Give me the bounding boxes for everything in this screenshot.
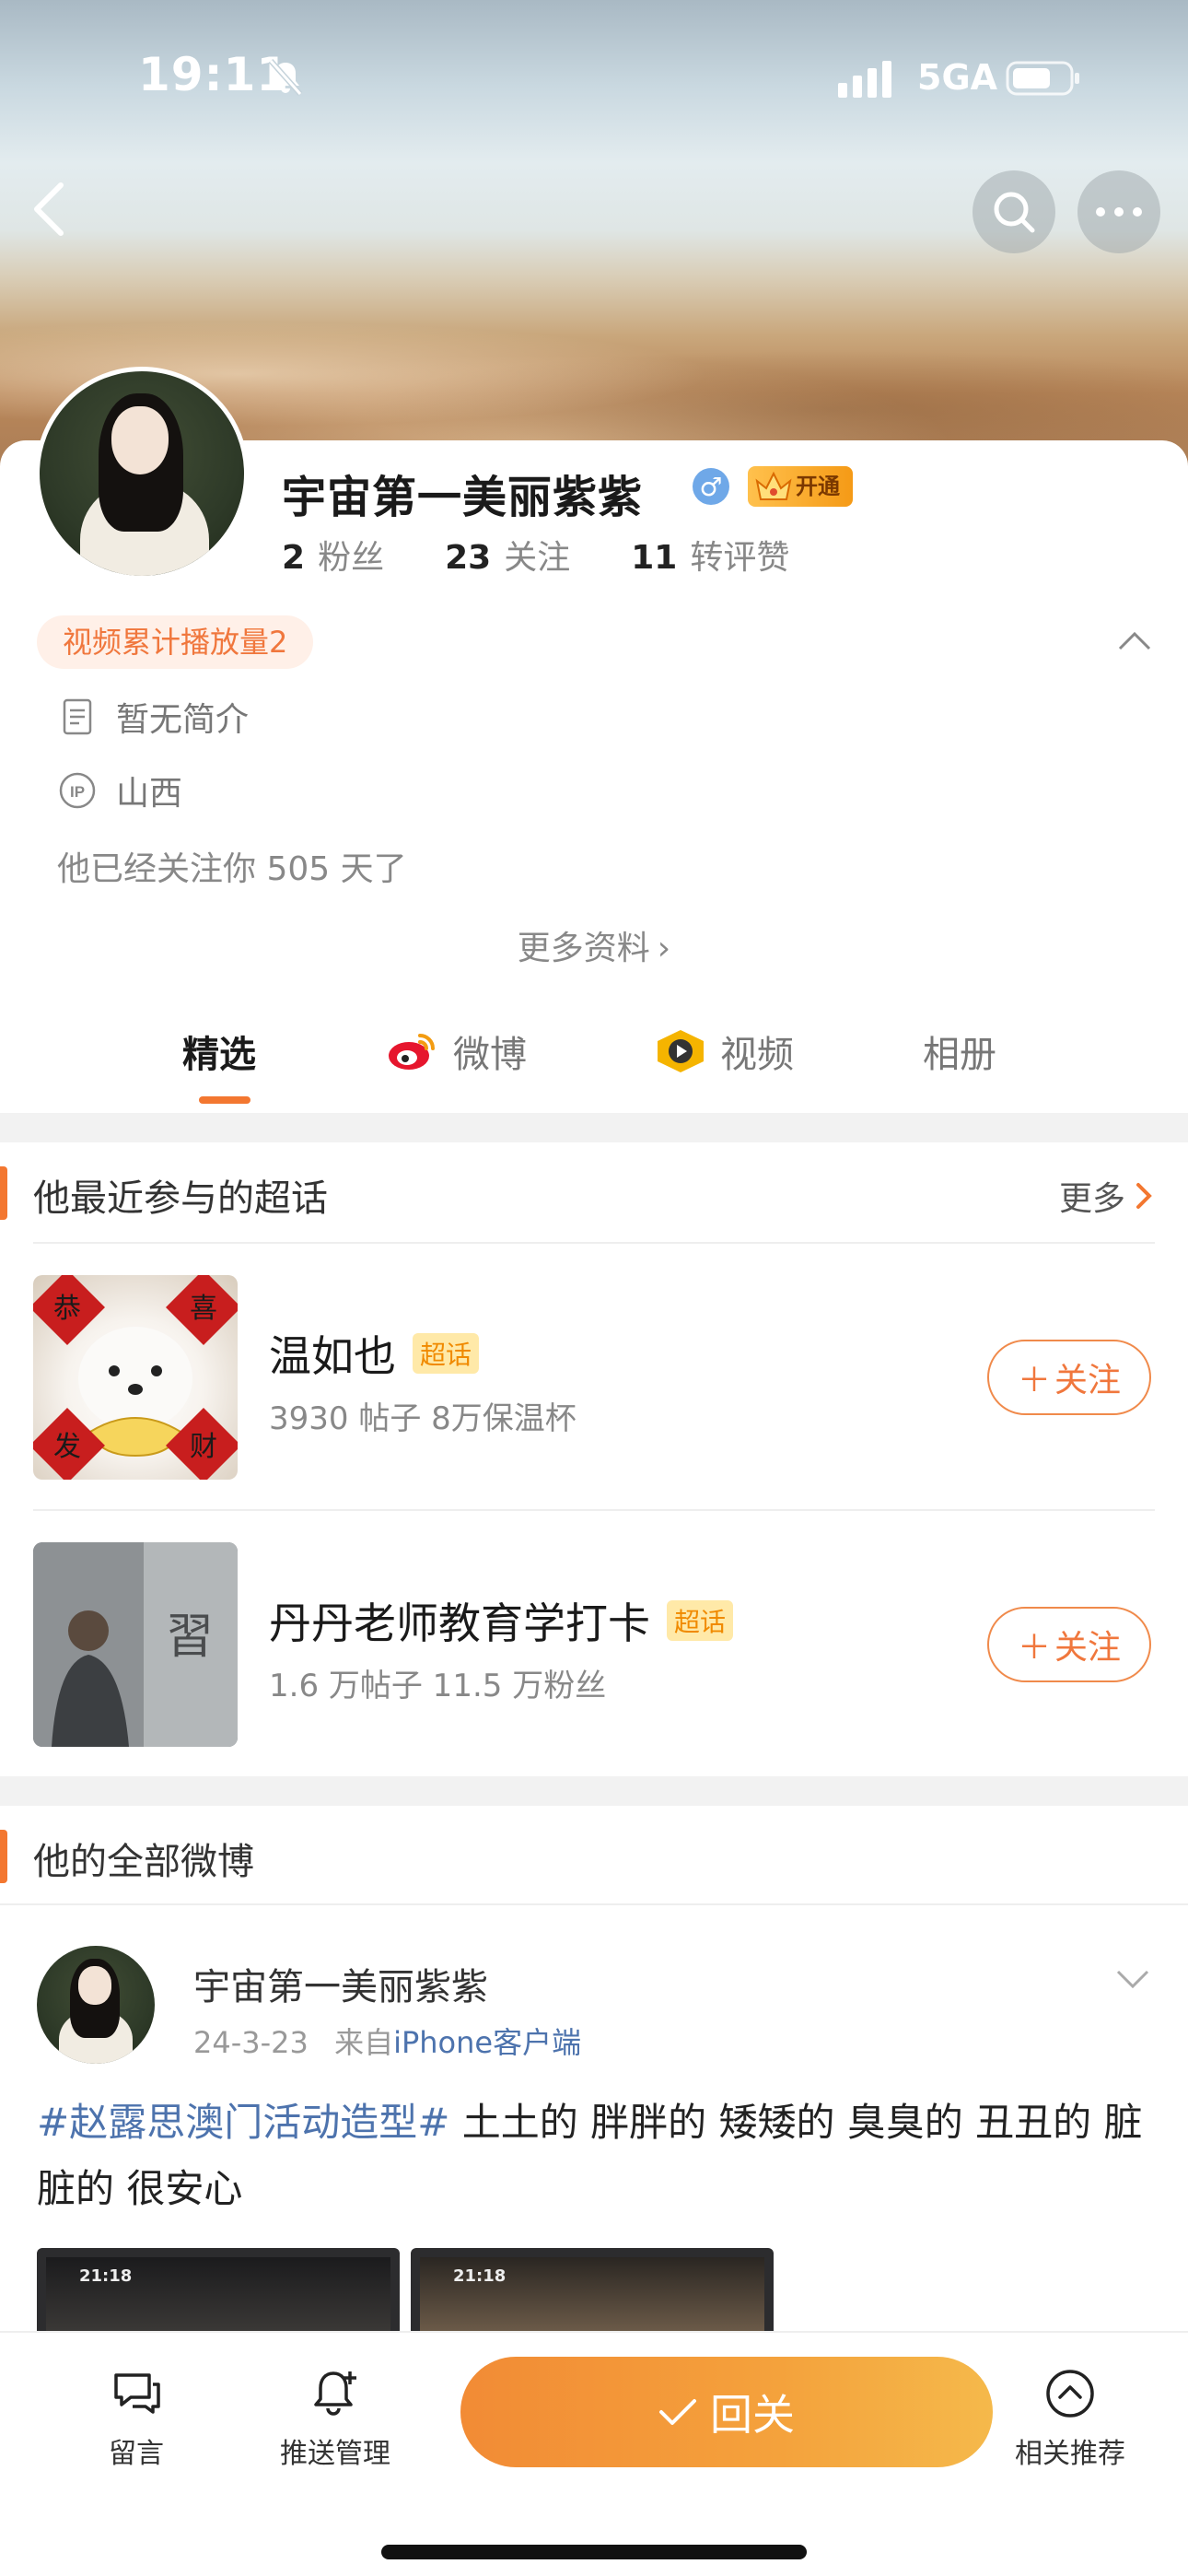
supertopic-item[interactable]: 習 丹丹老师教育学打卡 超话 1.6 万帖子 11.5 万粉丝 ＋关注	[33, 1542, 1157, 1749]
supertopic-badge: 超话	[667, 1600, 734, 1641]
post-avatar[interactable]	[37, 1946, 155, 2064]
svg-text:IP: IP	[70, 783, 85, 801]
related-recommend-button[interactable]: 相关推荐	[996, 2366, 1144, 2471]
profile-username: 宇宙第一美丽紫紫	[282, 472, 644, 523]
weibo-icon	[389, 1034, 435, 1070]
tab-album[interactable]: 相册	[923, 1025, 996, 1078]
divider	[33, 1509, 1155, 1511]
supertopic-badge: 超话	[413, 1333, 480, 1374]
plus-icon: ＋	[1017, 1629, 1051, 1667]
post-source: iPhone客户端	[393, 2025, 582, 2060]
section-divider	[0, 1776, 1188, 1806]
document-icon	[63, 698, 92, 735]
bottom-action-bar: 留言 推送管理 回关 相关推荐	[0, 2331, 1188, 2576]
divider	[0, 1903, 1188, 1905]
more-dots-icon	[1096, 207, 1142, 217]
supertopic-thumbnail: 習	[33, 1542, 238, 1747]
network-type: 5GA	[917, 57, 998, 98]
message-button[interactable]: 留言	[63, 2366, 210, 2471]
supertopic-name: 温如也 超话	[269, 1323, 480, 1384]
active-tab-indicator	[199, 1096, 250, 1104]
profile-tabs: 精选 微博 视频 相册	[0, 1004, 1188, 1106]
chevron-right-icon: ›	[657, 930, 671, 967]
supertopic-section-header: 他最近参与的超话 更多	[0, 1142, 1188, 1244]
supertopic-follow-button[interactable]: ＋关注	[987, 1607, 1151, 1682]
profile-stats: 2 粉丝 23 关注 11 转评赞	[282, 531, 789, 579]
intro-text: 暂无简介	[116, 701, 250, 739]
male-gender-icon: ♂	[693, 468, 729, 505]
message-icon	[114, 2373, 160, 2414]
post-image-time: 21:18	[79, 2266, 133, 2286]
follow-days-text: 他已经关注你 505 天了	[57, 850, 407, 888]
video-icon	[658, 1030, 704, 1072]
supertopic-meta: 3930 帖子 8万保温杯	[269, 1400, 577, 1437]
vip-open-badge[interactable]: 开通	[748, 466, 853, 507]
home-indicator	[381, 2545, 807, 2559]
follow-back-button[interactable]: 回关	[460, 2357, 993, 2467]
post-from-label: 来自	[334, 2025, 394, 2060]
stat-likes[interactable]: 11 转评赞	[631, 531, 789, 579]
sticker-char: 恭	[53, 1293, 81, 1325]
ip-row: IP 山西	[57, 767, 182, 814]
intro-row: 暂无简介	[57, 693, 249, 741]
post-username[interactable]: 宇宙第一美丽紫紫	[193, 1957, 488, 2010]
post-image[interactable]: 21:18	[37, 2248, 400, 2331]
section-divider	[0, 1113, 1188, 1142]
supertopic-more-link[interactable]: 更多	[1059, 1172, 1153, 1220]
sticker-char: 发	[53, 1431, 81, 1463]
crown-icon	[755, 471, 792, 500]
bell-off-icon	[268, 59, 303, 96]
more-info-link[interactable]: 更多资料 ›	[0, 921, 1188, 969]
bell-plus-icon	[314, 2371, 356, 2416]
sticker-char: 喜	[190, 1293, 217, 1325]
post-content: #赵露思澳门活动造型# 土土的 胖胖的 矮矮的 臭臭的 丑丑的 脏脏的 很安心	[37, 2090, 1151, 2222]
chevron-up-icon[interactable]	[1116, 623, 1153, 660]
search-button[interactable]	[973, 170, 1055, 253]
post-image[interactable]: 21:18	[411, 2248, 774, 2331]
supertopic-name: 丹丹老师教育学打卡 超话	[269, 1590, 734, 1651]
profile-avatar[interactable]	[35, 367, 249, 580]
supertopic-section-title: 他最近参与的超话	[33, 1177, 328, 1220]
post-meta: 24-3-23 来自iPhone客户端	[193, 2020, 581, 2062]
section-accent-bar	[0, 1830, 7, 1883]
ip-location-icon: IP	[59, 772, 96, 809]
sticker-char: 财	[190, 1431, 217, 1463]
supertopic-follow-button[interactable]: ＋关注	[987, 1340, 1151, 1415]
supertopic-item[interactable]: 恭 喜 发 财 温如也 超话 3930 帖子 8万保温杯 ＋关注	[33, 1275, 1157, 1481]
push-settings-button[interactable]: 推送管理	[262, 2366, 409, 2471]
tab-featured[interactable]: 精选	[182, 1025, 256, 1078]
dog-sticker-image: 恭 喜 发 财	[33, 1275, 238, 1480]
plus-icon: ＋	[1017, 1362, 1051, 1399]
cellular-signal-icon	[838, 61, 891, 98]
more-options-button[interactable]	[1077, 170, 1160, 253]
divider	[33, 1242, 1155, 1244]
tab-video[interactable]: 视频	[656, 1025, 794, 1078]
video-play-count-tag[interactable]: 视频累计播放量2	[37, 615, 314, 669]
post-hashtag[interactable]: #赵露思澳门活动造型#	[37, 2100, 449, 2145]
weibo-section-title: 他的全部微博	[33, 1841, 254, 1883]
tab-weibo[interactable]: 微博	[385, 1025, 527, 1078]
supertopic-meta: 1.6 万帖子 11.5 万粉丝	[269, 1668, 607, 1704]
classroom-photo-image: 習	[33, 1542, 238, 1747]
weibo-section-header: 他的全部微博	[0, 1806, 1188, 1907]
more-info-label: 更多资料	[517, 930, 650, 967]
section-accent-bar	[0, 1166, 7, 1220]
post-image-time: 21:18	[453, 2266, 507, 2286]
ip-location-text: 山西	[116, 775, 183, 813]
supertopic-thumbnail: 恭 喜 发 财	[33, 1275, 238, 1480]
back-arrow-icon[interactable]	[28, 180, 72, 239]
vip-label: 开通	[796, 474, 840, 499]
chevron-up-circle-icon	[1046, 2370, 1094, 2418]
chevron-down-icon[interactable]	[1114, 1961, 1151, 1997]
chevron-right-icon	[1136, 1183, 1152, 1209]
thumb-char: 習	[166, 1610, 214, 1665]
battery-icon	[1006, 61, 1079, 96]
stat-following[interactable]: 23 关注	[445, 531, 570, 579]
stat-fans[interactable]: 2 粉丝	[282, 531, 384, 579]
status-bar: 19:11 5GA	[0, 0, 1188, 157]
post-date: 24-3-23	[193, 2025, 309, 2060]
search-icon	[994, 192, 1035, 233]
check-icon	[659, 2399, 696, 2425]
